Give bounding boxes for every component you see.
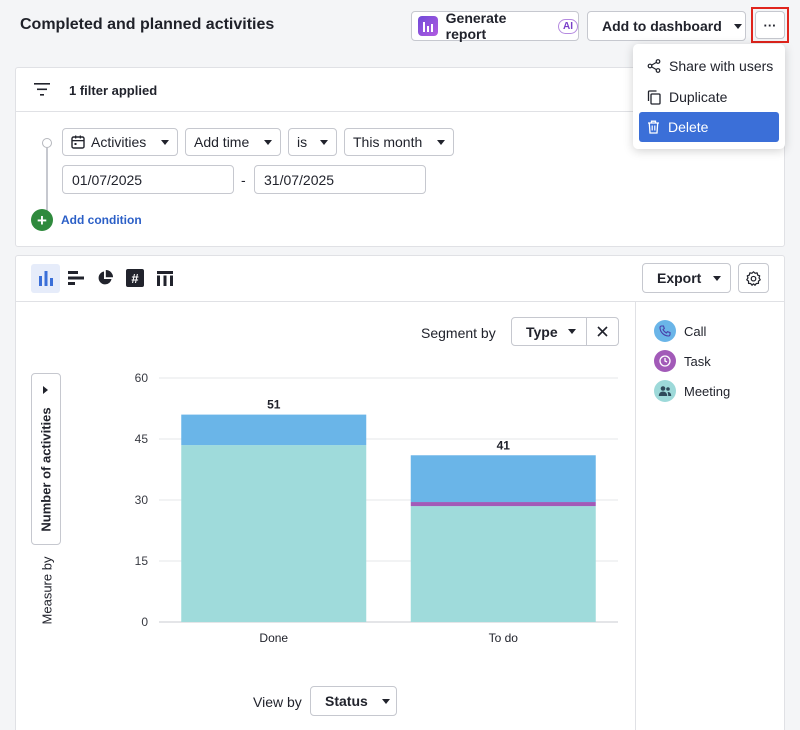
pie-chart-icon bbox=[98, 270, 113, 285]
bar-segment-call bbox=[410, 455, 596, 503]
bar-chart-icon bbox=[38, 271, 53, 286]
more-icon: ··· bbox=[763, 17, 777, 33]
date-to-input[interactable]: 31/07/2025 bbox=[254, 165, 426, 194]
generate-report-button[interactable]: Generate report AI bbox=[411, 10, 579, 42]
filter-summary: 1 filter applied bbox=[69, 83, 158, 98]
segment-by-select[interactable]: Type bbox=[511, 317, 619, 346]
y-tick-label: 30 bbox=[135, 493, 149, 507]
legend-label: Call bbox=[684, 323, 707, 339]
legend-item-call[interactable]: Call bbox=[654, 320, 706, 342]
chevron-right-icon bbox=[43, 386, 48, 394]
entity-select-label: Activities bbox=[91, 134, 147, 150]
entity-select[interactable]: Activities bbox=[62, 128, 178, 156]
legend-label: Task bbox=[684, 353, 711, 369]
menu-item-label: Share with users bbox=[669, 58, 774, 74]
horizontal-bar-toggle[interactable] bbox=[64, 266, 88, 290]
view-by-select[interactable]: Status bbox=[310, 686, 397, 716]
view-by-value: Status bbox=[325, 693, 368, 709]
measure-by-value: Number of activities bbox=[38, 407, 54, 532]
bar-segment-meeting bbox=[410, 506, 596, 622]
add-condition-button[interactable]: + Add condition bbox=[31, 209, 142, 231]
bar-segment-meeting bbox=[181, 445, 367, 622]
bar-segment-task bbox=[410, 502, 596, 507]
add-to-dashboard-button[interactable]: Add to dashboard bbox=[587, 11, 746, 41]
generate-report-label: Generate report bbox=[445, 10, 507, 42]
chart-settings-button[interactable] bbox=[738, 263, 769, 293]
add-to-dashboard-label: Add to dashboard bbox=[602, 18, 722, 34]
report-icon bbox=[418, 16, 438, 36]
condition-connector bbox=[42, 138, 52, 148]
operator-select-label: is bbox=[297, 134, 308, 150]
share-icon bbox=[647, 59, 661, 73]
chevron-down-icon bbox=[713, 275, 722, 281]
chevron-down-icon bbox=[161, 139, 169, 145]
export-label: Export bbox=[657, 270, 702, 286]
duplicate-item[interactable]: Duplicate bbox=[639, 82, 779, 112]
bar-total-label: 41 bbox=[497, 438, 511, 452]
y-tick-label: 45 bbox=[135, 432, 149, 446]
chevron-down-icon bbox=[437, 139, 445, 145]
period-select-label: This month bbox=[353, 134, 423, 150]
export-button[interactable]: Export bbox=[642, 263, 731, 293]
chevron-down-icon bbox=[568, 329, 577, 334]
field-select-label: Add time bbox=[194, 134, 250, 150]
table-toggle[interactable] bbox=[153, 266, 177, 290]
view-by-label: View by bbox=[253, 694, 302, 710]
horizontal-bar-icon bbox=[68, 271, 84, 285]
share-with-users-item[interactable]: Share with users bbox=[639, 51, 779, 81]
field-select[interactable]: Add time bbox=[185, 128, 281, 156]
clock-icon bbox=[654, 350, 676, 372]
bar-chart-toggle[interactable] bbox=[31, 264, 60, 293]
gear-icon bbox=[746, 270, 761, 286]
segment-by-value: Type bbox=[526, 323, 558, 340]
operator-select[interactable]: is bbox=[288, 128, 337, 156]
chevron-down-icon bbox=[320, 139, 328, 145]
plus-icon: + bbox=[31, 209, 53, 231]
legend-label: Meeting bbox=[684, 383, 731, 399]
condition-line bbox=[46, 148, 48, 212]
number-toggle[interactable]: # bbox=[123, 266, 147, 290]
activities-chart: 0 15 30 45 60 51 Done 41 To do bbox=[135, 371, 618, 645]
duplicate-icon bbox=[647, 89, 661, 105]
calendar-icon bbox=[71, 135, 85, 149]
delete-item[interactable]: Delete bbox=[639, 112, 779, 142]
menu-item-label: Delete bbox=[668, 119, 709, 135]
add-condition-label: Add condition bbox=[61, 213, 142, 227]
measure-by-select[interactable]: Number of activities bbox=[31, 373, 61, 545]
measure-by-label: Measure by bbox=[39, 556, 55, 625]
trash-icon bbox=[648, 120, 659, 134]
people-icon bbox=[654, 380, 676, 402]
table-icon bbox=[157, 270, 173, 286]
legend-divider bbox=[635, 302, 636, 730]
pie-chart-toggle[interactable] bbox=[93, 266, 117, 290]
chart-toolbar-divider bbox=[16, 301, 784, 302]
phone-icon bbox=[654, 320, 676, 342]
more-options-menu: Share with users Duplicate Delete bbox=[633, 44, 785, 149]
bar-total-label: 51 bbox=[267, 398, 281, 412]
legend-item-meeting[interactable]: Meeting bbox=[654, 380, 730, 402]
chevron-down-icon bbox=[264, 139, 272, 145]
ai-badge: AI bbox=[558, 18, 578, 34]
chevron-down-icon bbox=[733, 23, 742, 29]
clear-segment-button[interactable] bbox=[587, 318, 618, 345]
more-options-button[interactable]: ··· bbox=[755, 11, 785, 39]
period-select[interactable]: This month bbox=[344, 128, 454, 156]
filter-icon bbox=[34, 83, 50, 101]
y-tick-label: 15 bbox=[135, 554, 149, 568]
legend-item-task[interactable]: Task bbox=[654, 350, 711, 372]
menu-item-label: Duplicate bbox=[669, 89, 728, 105]
date-from-input[interactable]: 01/07/2025 bbox=[62, 165, 234, 194]
segment-by-label: Segment by bbox=[421, 325, 496, 341]
x-category-label: Done bbox=[259, 631, 288, 645]
x-category-label: To do bbox=[489, 631, 519, 645]
bar-segment-call bbox=[181, 414, 367, 446]
chevron-down-icon bbox=[381, 698, 390, 704]
number-icon: # bbox=[126, 269, 144, 287]
y-tick-label: 60 bbox=[135, 371, 149, 385]
y-tick-label: 0 bbox=[141, 615, 148, 629]
date-separator: - bbox=[241, 172, 246, 188]
close-icon bbox=[597, 326, 608, 337]
page-title: Completed and planned activities bbox=[20, 16, 275, 33]
